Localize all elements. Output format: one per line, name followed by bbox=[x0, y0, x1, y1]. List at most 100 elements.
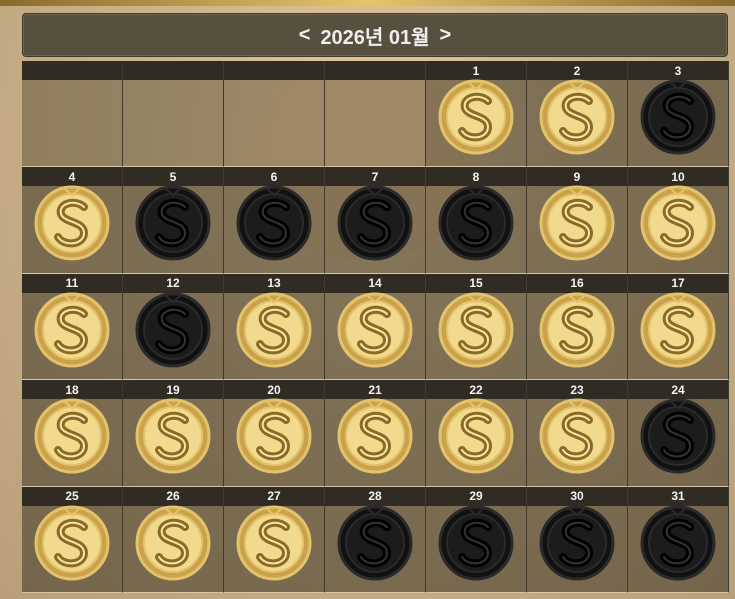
day-cell-22[interactable]: 22 bbox=[426, 380, 527, 487]
s-coin-icon bbox=[337, 292, 413, 368]
day-cell-21[interactable]: 21 bbox=[325, 380, 426, 487]
month-title: 2026년 01월 bbox=[320, 26, 430, 49]
s-coin-icon bbox=[539, 185, 615, 261]
s-coin-icon bbox=[135, 505, 211, 581]
day-label bbox=[22, 61, 122, 80]
day-number: 17 bbox=[628, 273, 728, 293]
s-coin-icon bbox=[640, 505, 716, 581]
day-cell-19[interactable]: 19 bbox=[123, 380, 224, 487]
day-cell-16[interactable]: 16 bbox=[527, 273, 628, 381]
s-coin-icon bbox=[438, 398, 514, 474]
day-cell-29[interactable]: 29 bbox=[426, 486, 527, 593]
s-coin-icon bbox=[236, 185, 312, 261]
s-coin-icon bbox=[135, 398, 211, 474]
day-cell-13[interactable]: 13 bbox=[224, 273, 325, 381]
s-coin-icon bbox=[337, 505, 413, 581]
day-label bbox=[325, 61, 425, 80]
day-number: 22 bbox=[426, 380, 526, 400]
top-decor-strip bbox=[0, 0, 735, 6]
day-number: 12 bbox=[123, 273, 223, 293]
s-coin-icon bbox=[539, 398, 615, 474]
day-cell-28[interactable]: 28 bbox=[325, 486, 426, 593]
day-cell-25[interactable]: 25 bbox=[22, 486, 123, 593]
day-number: 20 bbox=[224, 380, 324, 400]
day-cell-24[interactable]: 24 bbox=[628, 380, 729, 487]
s-coin-icon bbox=[640, 79, 716, 155]
s-coin-icon bbox=[640, 185, 716, 261]
calendar-grid: 1 2 3 4 5 6 7 8 9 10 11 12 13 14 15 16 17 18 19 20 21 22 23 24 2… bbox=[22, 61, 729, 593]
calendar-header: < 2026년 01월 > bbox=[22, 13, 728, 57]
empty-cell bbox=[123, 61, 224, 168]
day-number: 14 bbox=[325, 273, 425, 293]
day-cell-27[interactable]: 27 bbox=[224, 486, 325, 593]
day-number: 31 bbox=[628, 486, 728, 506]
s-coin-icon bbox=[34, 292, 110, 368]
day-number: 28 bbox=[325, 486, 425, 506]
next-month-button[interactable]: > bbox=[440, 24, 452, 47]
day-number: 2 bbox=[527, 61, 627, 80]
day-number: 10 bbox=[628, 167, 728, 187]
day-number: 5 bbox=[123, 167, 223, 187]
s-coin-icon bbox=[640, 398, 716, 474]
day-cell-9[interactable]: 9 bbox=[527, 167, 628, 274]
s-coin-icon bbox=[640, 292, 716, 368]
day-cell-7[interactable]: 7 bbox=[325, 167, 426, 274]
day-number: 11 bbox=[22, 273, 122, 293]
s-coin-icon bbox=[236, 292, 312, 368]
day-number: 3 bbox=[628, 61, 728, 80]
day-number: 29 bbox=[426, 486, 526, 506]
day-cell-14[interactable]: 14 bbox=[325, 273, 426, 381]
day-number: 25 bbox=[22, 486, 122, 506]
day-number: 13 bbox=[224, 273, 324, 293]
day-number: 23 bbox=[527, 380, 627, 400]
day-number: 1 bbox=[426, 61, 526, 80]
empty-cell bbox=[224, 61, 325, 168]
s-coin-icon bbox=[438, 185, 514, 261]
day-cell-26[interactable]: 26 bbox=[123, 486, 224, 593]
day-cell-17[interactable]: 17 bbox=[628, 273, 729, 381]
s-coin-icon bbox=[438, 292, 514, 368]
empty-cell bbox=[325, 61, 426, 168]
day-number: 24 bbox=[628, 380, 728, 400]
day-number: 7 bbox=[325, 167, 425, 187]
day-number: 15 bbox=[426, 273, 526, 293]
day-cell-5[interactable]: 5 bbox=[123, 167, 224, 274]
day-number: 8 bbox=[426, 167, 526, 187]
day-cell-4[interactable]: 4 bbox=[22, 167, 123, 274]
s-coin-icon bbox=[135, 292, 211, 368]
s-coin-icon bbox=[438, 505, 514, 581]
day-number: 9 bbox=[527, 167, 627, 187]
day-cell-18[interactable]: 18 bbox=[22, 380, 123, 487]
day-cell-15[interactable]: 15 bbox=[426, 273, 527, 381]
day-number: 30 bbox=[527, 486, 627, 506]
prev-month-button[interactable]: < bbox=[299, 24, 311, 47]
s-coin-icon bbox=[539, 292, 615, 368]
s-coin-icon bbox=[539, 79, 615, 155]
day-cell-20[interactable]: 20 bbox=[224, 380, 325, 487]
day-label bbox=[123, 61, 223, 80]
day-cell-1[interactable]: 1 bbox=[426, 61, 527, 168]
s-coin-icon bbox=[34, 398, 110, 474]
day-cell-31[interactable]: 31 bbox=[628, 486, 729, 593]
day-cell-3[interactable]: 3 bbox=[628, 61, 729, 168]
day-cell-10[interactable]: 10 bbox=[628, 167, 729, 274]
s-coin-icon bbox=[337, 398, 413, 474]
day-cell-30[interactable]: 30 bbox=[527, 486, 628, 593]
day-cell-2[interactable]: 2 bbox=[527, 61, 628, 168]
empty-cell bbox=[22, 61, 123, 168]
day-cell-11[interactable]: 11 bbox=[22, 273, 123, 381]
day-label bbox=[224, 61, 324, 80]
day-number: 6 bbox=[224, 167, 324, 187]
day-number: 16 bbox=[527, 273, 627, 293]
s-coin-icon bbox=[438, 79, 514, 155]
s-coin-icon bbox=[34, 505, 110, 581]
day-cell-6[interactable]: 6 bbox=[224, 167, 325, 274]
day-cell-23[interactable]: 23 bbox=[527, 380, 628, 487]
day-number: 26 bbox=[123, 486, 223, 506]
day-cell-8[interactable]: 8 bbox=[426, 167, 527, 274]
s-coin-icon bbox=[539, 505, 615, 581]
s-coin-icon bbox=[236, 505, 312, 581]
day-number: 4 bbox=[22, 167, 122, 187]
day-cell-12[interactable]: 12 bbox=[123, 273, 224, 381]
s-coin-icon bbox=[34, 185, 110, 261]
